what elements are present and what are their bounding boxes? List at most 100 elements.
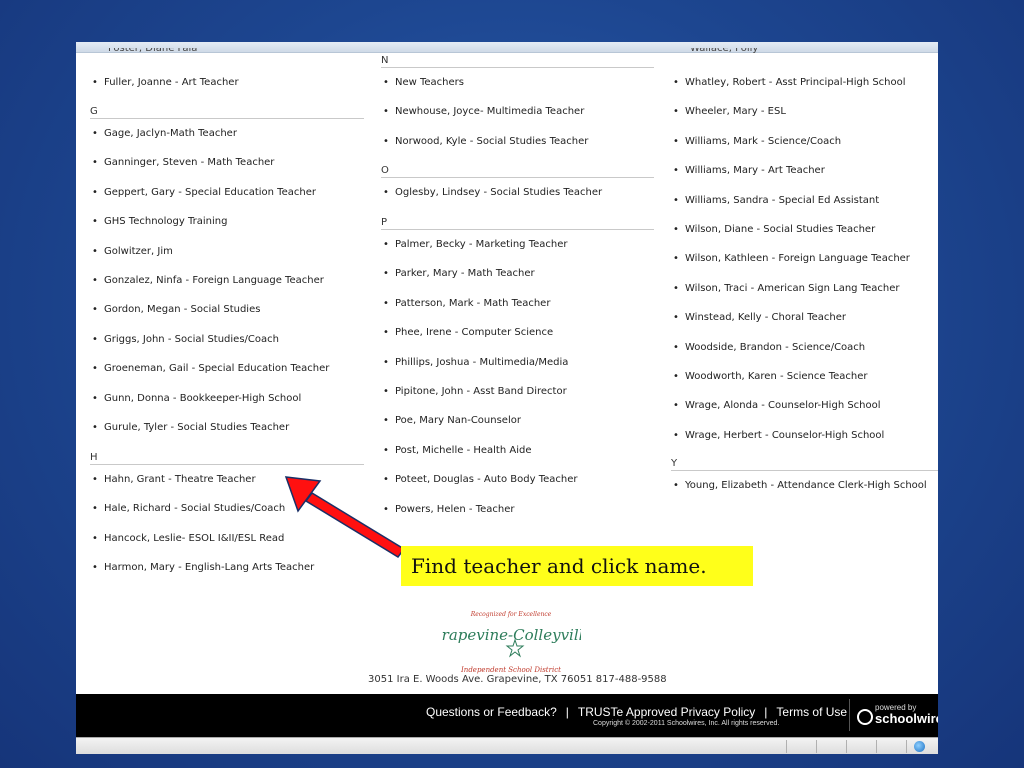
letter-heading: H — [90, 452, 364, 465]
staff-name[interactable]: Norwood, Kyle - Social Studies Teacher — [395, 136, 588, 147]
staff-link-pipitone-john-asst-band-director[interactable]: • Pipitone, John - Asst Band Director — [383, 386, 567, 397]
staff-name[interactable]: Patterson, Mark - Math Teacher — [395, 298, 550, 309]
bullet: • — [92, 532, 98, 544]
staff-name[interactable]: Williams, Sandra - Special Ed Assistant — [685, 195, 879, 206]
staff-link-gordon-megan-social-studies[interactable]: • Gordon, Megan - Social Studies — [92, 304, 260, 315]
staff-name[interactable]: Parker, Mary - Math Teacher — [395, 268, 535, 279]
staff-link-wheeler-mary-esl[interactable]: • Wheeler, Mary - ESL — [673, 106, 786, 117]
staff-link-hahn-grant-theatre-teacher[interactable]: • Hahn, Grant - Theatre Teacher — [92, 474, 256, 485]
staff-link-newhouse-joyce-multimedia-teacher[interactable]: • Newhouse, Joyce- Multimedia Teacher — [383, 106, 584, 117]
staff-name[interactable]: Phillips, Joshua - Multimedia/Media — [395, 357, 568, 368]
privacy-policy-link[interactable]: TRUSTe Approved Privacy Policy — [578, 705, 755, 719]
staff-name[interactable]: Wheeler, Mary - ESL — [685, 106, 786, 117]
staff-name[interactable]: Newhouse, Joyce- Multimedia Teacher — [395, 106, 584, 117]
staff-name[interactable]: Phee, Irene - Computer Science — [395, 327, 553, 338]
staff-name[interactable]: New Teachers — [395, 77, 464, 88]
staff-name[interactable]: Whatley, Robert - Asst Principal-High Sc… — [685, 77, 906, 88]
terms-of-use-link[interactable]: Terms of Use — [776, 705, 847, 719]
clipped-entry-col3[interactable]: Wallace, Polly — [690, 48, 758, 56]
staff-link-whatley-robert-asst-principal-high-school[interactable]: • Whatley, Robert - Asst Principal-High S… — [673, 77, 906, 88]
staff-name[interactable]: Wrage, Herbert - Counselor-High School — [685, 430, 884, 441]
staff-link-young-elizabeth-attendance-clerk-high-school[interactable]: • Young, Elizabeth - Attendance Clerk-Hig… — [673, 480, 927, 491]
staff-link-parker-mary-math-teacher[interactable]: • Parker, Mary - Math Teacher — [383, 268, 535, 279]
staff-name[interactable]: GHS Technology Training — [104, 216, 227, 227]
staff-name[interactable]: Geppert, Gary - Special Education Teache… — [104, 187, 316, 198]
staff-link-gonzalez-ninfa-foreign-language-teacher[interactable]: • Gonzalez, Ninfa - Foreign Language Teac… — [92, 275, 324, 286]
staff-name[interactable]: Wrage, Alonda - Counselor-High School — [685, 400, 881, 411]
staff-link-williams-mark-science-coach[interactable]: • Williams, Mark - Science/Coach — [673, 136, 841, 147]
staff-link-groeneman-gail-special-education-teacher[interactable]: • Groeneman, Gail - Special Education Tea… — [92, 363, 329, 374]
staff-name[interactable]: Poteet, Douglas - Auto Body Teacher — [395, 474, 578, 485]
staff-name[interactable]: Winstead, Kelly - Choral Teacher — [685, 312, 846, 323]
staff-link-palmer-becky-marketing-teacher[interactable]: • Palmer, Becky - Marketing Teacher — [383, 239, 568, 250]
staff-link-winstead-kelly-choral-teacher[interactable]: • Winstead, Kelly - Choral Teacher — [673, 312, 846, 323]
staff-link-norwood-kyle-social-studies-teacher[interactable]: • Norwood, Kyle - Social Studies Teacher — [383, 136, 588, 147]
staff-link-gurule-tyler-social-studies-teacher[interactable]: • Gurule, Tyler - Social Studies Teacher — [92, 422, 289, 433]
staff-link-wilson-kathleen-foreign-language-teacher[interactable]: • Wilson, Kathleen - Foreign Language Tea… — [673, 253, 910, 264]
staff-link-wrage-herbert-counselor-high-school[interactable]: • Wrage, Herbert - Counselor-High School — [673, 430, 884, 441]
staff-link-golwitzer-jim[interactable]: • Golwitzer, Jim — [92, 246, 173, 257]
feedback-link[interactable]: Questions or Feedback? — [426, 705, 557, 719]
clipped-entry-col1[interactable]: Foster, Diane Fala — [108, 48, 197, 56]
staff-name[interactable]: Post, Michelle - Health Aide — [395, 445, 531, 456]
staff-link-woodside-brandon-science-coach[interactable]: • Woodside, Brandon - Science/Coach — [673, 342, 865, 353]
staff-name[interactable]: Wilson, Traci - American Sign Lang Teach… — [685, 283, 899, 294]
staff-name[interactable]: Gonzalez, Ninfa - Foreign Language Teach… — [104, 275, 324, 286]
staff-name[interactable]: Gordon, Megan - Social Studies — [104, 304, 260, 315]
staff-link-wrage-alonda-counselor-high-school[interactable]: • Wrage, Alonda - Counselor-High School — [673, 400, 881, 411]
staff-link-patterson-mark-math-teacher[interactable]: • Patterson, Mark - Math Teacher — [383, 298, 550, 309]
bullet: • — [383, 386, 389, 397]
footer-links: Questions or Feedback? | TRUSTe Approved P… — [426, 705, 847, 719]
bullet: • — [673, 77, 679, 88]
staff-link-new-teachers[interactable]: • New Teachers — [383, 77, 464, 88]
staff-name[interactable]: Hahn, Grant - Theatre Teacher — [104, 474, 256, 485]
staff-name[interactable]: Wilson, Diane - Social Studies Teacher — [685, 224, 875, 235]
staff-name[interactable]: Young, Elizabeth - Attendance Clerk-High… — [685, 480, 927, 491]
bullet: • — [383, 239, 389, 250]
staff-link-post-michelle-health-aide[interactable]: • Post, Michelle - Health Aide — [383, 445, 531, 456]
staff-name[interactable]: Fuller, Joanne - Art Teacher — [104, 77, 239, 88]
staff-name[interactable]: Hancock, Leslie- ESOL I&II/ESL Read — [104, 533, 284, 544]
staff-name[interactable]: Palmer, Becky - Marketing Teacher — [395, 239, 568, 250]
staff-link-fuller-joanne-art-teacher[interactable]: • Fuller, Joanne - Art Teacher — [92, 77, 239, 88]
staff-link-phee-irene-computer-science[interactable]: • Phee, Irene - Computer Science — [383, 327, 553, 338]
staff-link-griggs-john-social-studies-coach[interactable]: • Griggs, John - Social Studies/Coach — [92, 334, 279, 345]
staff-link-poteet-douglas-auto-body-teacher[interactable]: • Poteet, Douglas - Auto Body Teacher — [383, 474, 578, 485]
staff-link-hale-richard-social-studies-coach[interactable]: • Hale, Richard - Social Studies/Coach — [92, 503, 285, 514]
instruction-callout: Find teacher and click name. — [401, 546, 753, 586]
staff-link-williams-sandra-special-ed-assistant[interactable]: • Williams, Sandra - Special Ed Assistant — [673, 195, 879, 206]
staff-name[interactable]: Griggs, John - Social Studies/Coach — [104, 334, 279, 345]
staff-name[interactable]: Gurule, Tyler - Social Studies Teacher — [104, 422, 289, 433]
staff-name[interactable]: Powers, Helen - Teacher — [395, 504, 515, 515]
staff-link-gage-jaclyn-math-teacher[interactable]: • Gage, Jaclyn-Math Teacher — [92, 128, 237, 139]
staff-link-wilson-diane-social-studies-teacher[interactable]: • Wilson, Diane - Social Studies Teacher — [673, 224, 875, 235]
bullet: • — [92, 363, 98, 375]
staff-name[interactable]: Poe, Mary Nan-Counselor — [395, 415, 521, 426]
staff-name[interactable]: Ganninger, Steven - Math Teacher — [104, 157, 274, 168]
staff-name[interactable]: Groeneman, Gail - Special Education Teac… — [104, 363, 329, 374]
bullet: • — [383, 297, 389, 309]
staff-link-ghs-technology-training[interactable]: • GHS Technology Training — [92, 216, 227, 227]
staff-name[interactable]: Pipitone, John - Asst Band Director — [395, 386, 567, 397]
staff-link-woodworth-karen-science-teacher[interactable]: • Woodworth, Karen - Science Teacher — [673, 371, 868, 382]
staff-link-gunn-donna-bookkeeper-high-school[interactable]: • Gunn, Donna - Bookkeeper-High School — [92, 393, 301, 404]
staff-name[interactable]: Gunn, Donna - Bookkeeper-High School — [104, 393, 301, 404]
staff-link-poe-mary-nan-counselor[interactable]: • Poe, Mary Nan-Counselor — [383, 415, 521, 426]
staff-link-ganninger-steven-math-teacher[interactable]: • Ganninger, Steven - Math Teacher — [92, 157, 274, 168]
staff-name[interactable]: Hale, Richard - Social Studies/Coach — [104, 503, 285, 514]
staff-link-wilson-traci-american-sign-lang-teacher[interactable]: • Wilson, Traci - American Sign Lang Teac… — [673, 283, 899, 294]
staff-link-phillips-joshua-multimedia-media[interactable]: • Phillips, Joshua - Multimedia/Media — [383, 357, 568, 368]
staff-name[interactable]: Woodside, Brandon - Science/Coach — [685, 342, 865, 353]
staff-name[interactable]: Gage, Jaclyn-Math Teacher — [104, 128, 237, 139]
schoolwires-badge[interactable]: powered by schoolwires — [849, 699, 938, 731]
staff-name[interactable]: Williams, Mark - Science/Coach — [685, 136, 841, 147]
staff-link-geppert-gary-special-education-teacher[interactable]: • Geppert, Gary - Special Education Teach… — [92, 187, 316, 198]
staff-name[interactable]: Woodworth, Karen - Science Teacher — [685, 371, 868, 382]
staff-link-williams-mary-art-teacher[interactable]: • Williams, Mary - Art Teacher — [673, 165, 825, 176]
staff-link-hancock-leslie-esol-i-ii-esl-read[interactable]: • Hancock, Leslie- ESOL I&II/ESL Read — [92, 533, 284, 544]
staff-name[interactable]: Williams, Mary - Art Teacher — [685, 165, 825, 176]
staff-name[interactable]: Oglesby, Lindsey - Social Studies Teache… — [395, 187, 602, 198]
staff-name[interactable]: Wilson, Kathleen - Foreign Language Teac… — [685, 253, 910, 264]
staff-name[interactable]: Golwitzer, Jim — [104, 246, 173, 257]
staff-link-oglesby-lindsey-social-studies-teacher[interactable]: • Oglesby, Lindsey - Social Studies Teach… — [383, 187, 602, 198]
